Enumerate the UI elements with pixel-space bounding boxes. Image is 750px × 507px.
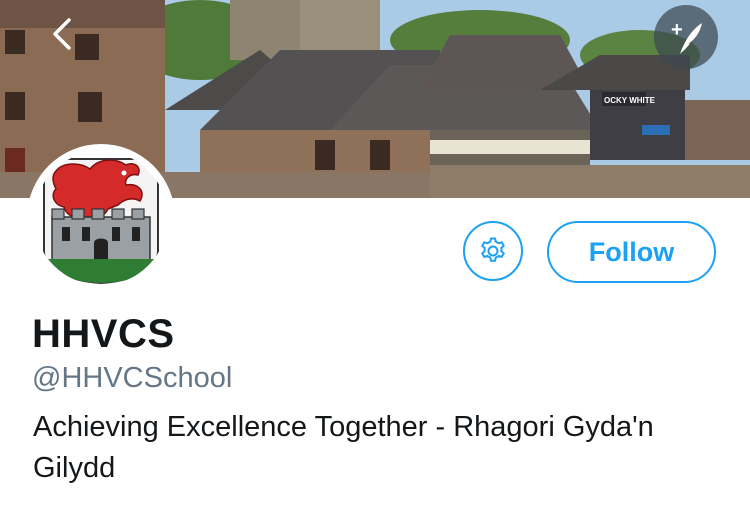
- follow-button-label: Follow: [588, 236, 675, 267]
- compose-tweet-quill-icon: +: [671, 19, 702, 54]
- profile-bio: Achieving Excellence Together - Rhagori …: [33, 411, 654, 484]
- follow-button[interactable]: Follow: [547, 221, 716, 283]
- profile-handle: @HHVCSchool: [32, 362, 233, 394]
- gear-icon: [481, 237, 505, 262]
- avatar-image: [34, 151, 168, 285]
- profile-display-name: HHVCS: [32, 312, 175, 356]
- compose-plus-glyph: +: [671, 19, 683, 41]
- profile-settings-button[interactable]: [463, 221, 523, 281]
- avatar[interactable]: [27, 144, 175, 292]
- chevron-left-icon: [53, 18, 71, 50]
- back-button[interactable]: [40, 12, 84, 56]
- photo-sign-text: OCKY WHITE: [604, 96, 656, 105]
- school-crest-red-dragon-castle-icon: [34, 151, 168, 285]
- compose-tweet-button[interactable]: +: [654, 5, 718, 69]
